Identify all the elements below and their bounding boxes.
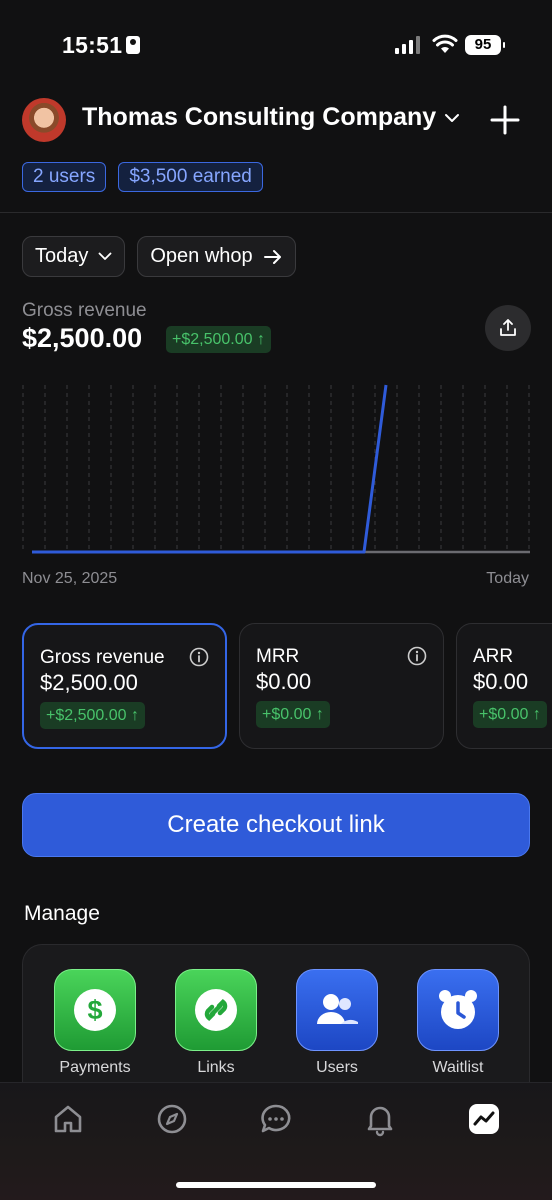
create-checkout-link-label: Create checkout link (167, 811, 385, 838)
divider (0, 212, 552, 213)
metric-delta-badge: +$0.00 ↑ (256, 701, 330, 728)
date-range-dropdown[interactable]: Today (22, 236, 126, 277)
contact-card-icon (126, 36, 140, 54)
manage-tile-links[interactable]: Links (174, 969, 258, 1077)
tile-label: Waitlist (432, 1059, 484, 1076)
add-icon[interactable] (489, 104, 521, 136)
manage-tile-payments[interactable]: $ Payments (53, 969, 137, 1077)
metric-card-gross-revenue[interactable]: Gross revenue $2,500.00 +$2,500.00 ↑ (22, 623, 227, 749)
revenue-chart[interactable] (22, 370, 532, 565)
share-button[interactable] (485, 305, 531, 351)
chart-series-line (32, 384, 388, 554)
metric-value: $0.00 (473, 669, 529, 694)
chevron-down-icon (98, 252, 112, 260)
manage-panel: $ Payments Links Users Waitlist (22, 944, 530, 1094)
share-icon (500, 319, 516, 336)
metric-delta-badge: +$0.00 ↑ (473, 701, 547, 728)
create-checkout-link-button[interactable]: Create checkout link (22, 793, 530, 857)
metric-cards: Gross revenue $2,500.00 +$2,500.00 ↑ MRR… (22, 623, 552, 749)
company-switcher[interactable]: Thomas Consulting Company (82, 103, 460, 132)
link-icon (175, 969, 257, 1051)
svg-text:$: $ (87, 995, 102, 1025)
chevron-down-icon (445, 113, 460, 122)
metric-card-mrr[interactable]: MRR $0.00 +$0.00 ↑ (239, 623, 444, 749)
tile-label: Links (197, 1059, 235, 1076)
tab-bar (0, 1082, 552, 1200)
avatar[interactable] (22, 98, 66, 142)
metric-label: ARR (473, 646, 514, 667)
metric-value: $0.00 (256, 669, 312, 694)
cellular-signal-icon (395, 36, 423, 54)
metric-card-arr[interactable]: ARR $0.00 +$0.00 ↑ (456, 623, 552, 749)
analytics-icon[interactable] (466, 1101, 502, 1137)
revenue-label: Gross revenue (22, 300, 147, 321)
stats-badges: 2 users $3,500 earned (22, 162, 263, 192)
revenue-delta-badge: +$2,500.00 ↑ (166, 326, 271, 353)
home-icon[interactable] (50, 1101, 86, 1137)
info-icon[interactable] (407, 646, 427, 666)
status-time: 15:51 (62, 32, 123, 58)
battery-icon: 95 (465, 35, 505, 55)
users-badge[interactable]: 2 users (22, 162, 107, 192)
compass-icon[interactable] (154, 1101, 190, 1137)
info-icon[interactable] (189, 647, 209, 667)
arrow-right-icon (263, 249, 281, 264)
users-icon (296, 969, 378, 1051)
date-range-label: Today (35, 245, 89, 267)
dollar-icon: $ (54, 969, 136, 1051)
metric-delta-badge: +$2,500.00 ↑ (40, 702, 145, 729)
company-name: Thomas Consulting Company (82, 103, 437, 131)
header: Thomas Consulting Company (0, 98, 552, 148)
bell-icon[interactable] (362, 1101, 398, 1137)
manage-tile-users[interactable]: Users (295, 969, 379, 1077)
earned-badge[interactable]: $3,500 earned (118, 162, 263, 192)
chart-start-date: Nov 25, 2025 (22, 570, 118, 587)
metric-value: $2,500.00 (40, 670, 138, 695)
chat-icon[interactable] (258, 1101, 294, 1137)
manage-title: Manage (24, 902, 100, 925)
tile-label: Users (316, 1059, 358, 1076)
open-whop-label: Open whop (150, 245, 253, 267)
revenue-value: $2,500.00 (22, 323, 143, 353)
metric-label: Gross revenue (40, 647, 165, 668)
wifi-icon (432, 34, 458, 53)
chart-end-date: Today (486, 570, 529, 587)
alarm-clock-icon (417, 969, 499, 1051)
manage-tile-waitlist[interactable]: Waitlist (416, 969, 500, 1077)
open-whop-button[interactable]: Open whop (137, 236, 296, 277)
filter-row: Today Open whop (22, 236, 296, 277)
tile-label: Payments (59, 1059, 131, 1076)
status-bar: 15:51 95 (0, 0, 552, 90)
home-indicator (176, 1182, 376, 1188)
metric-label: MRR (256, 646, 300, 667)
